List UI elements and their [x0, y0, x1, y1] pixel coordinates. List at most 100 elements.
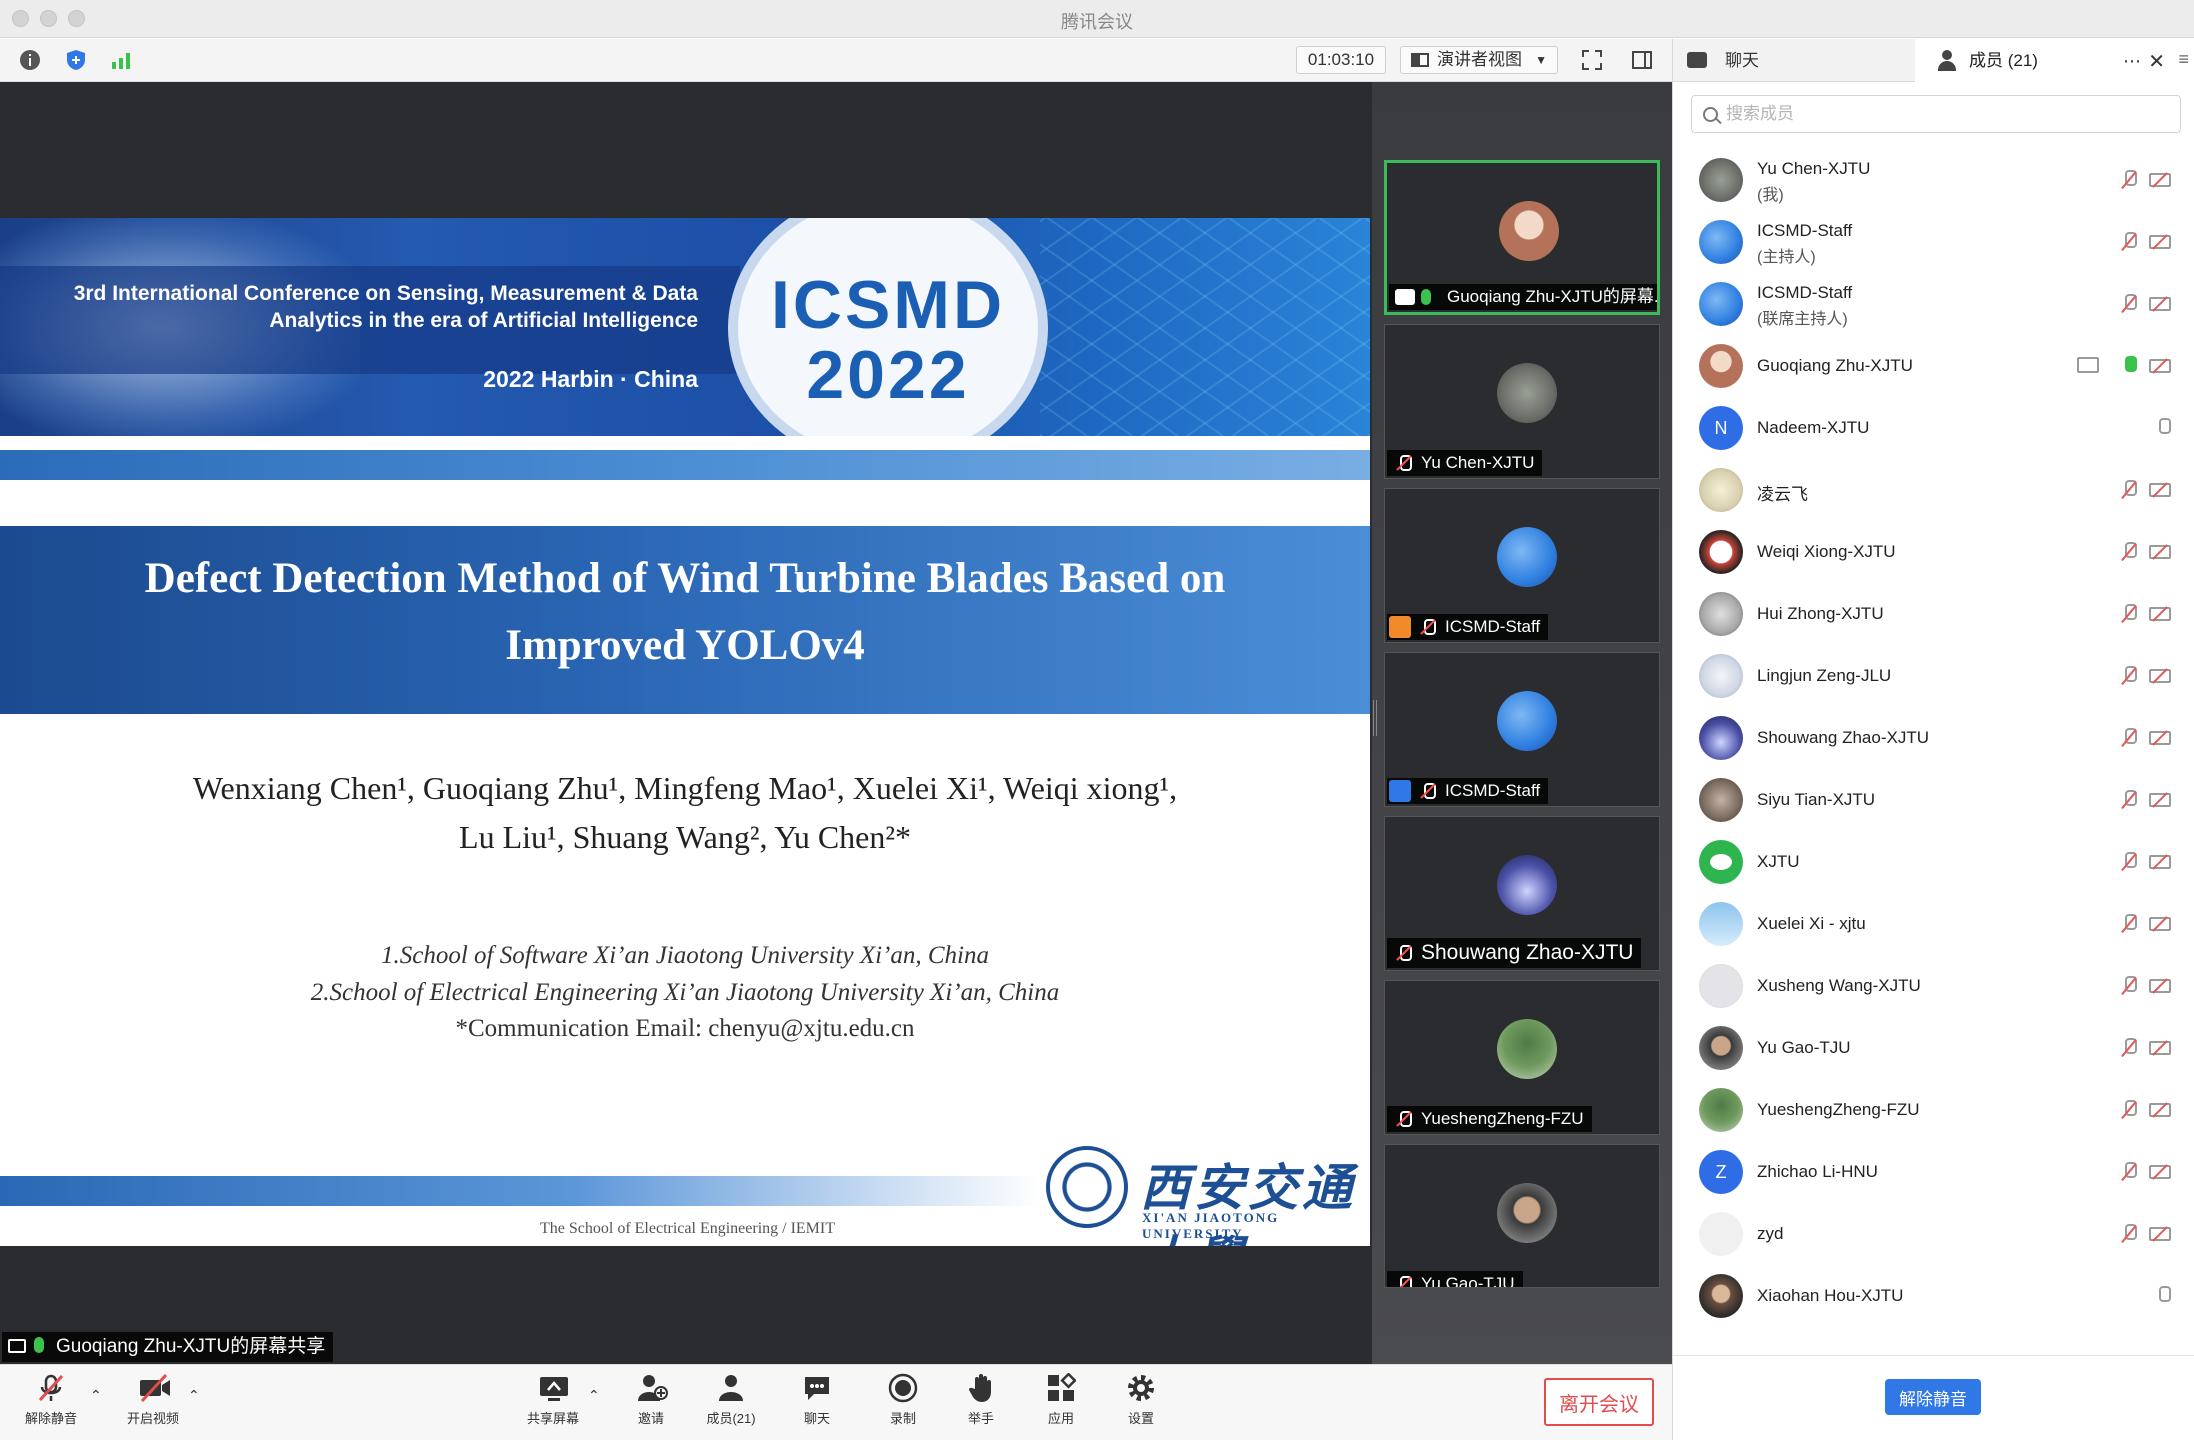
participant-avatar — [1497, 363, 1557, 423]
share-options-chevron-up-icon[interactable]: ⌃ — [588, 1387, 600, 1404]
close-icon[interactable]: ✕ — [2148, 49, 2165, 74]
network-signal-icon[interactable] — [109, 48, 133, 72]
video-tile[interactable]: Yu Gao-TJU — [1384, 1144, 1660, 1288]
video-options-chevron-up-icon[interactable]: ⌃ — [188, 1387, 200, 1404]
camera-off-icon[interactable] — [2149, 235, 2171, 249]
camera-off-icon[interactable] — [2149, 483, 2171, 497]
member-item[interactable]: Shouwang Zhao-XJTU — [1673, 707, 2194, 769]
member-item[interactable]: 凌云飞 — [1673, 459, 2194, 521]
gallery-resize-handle[interactable] — [1373, 700, 1377, 736]
settings-button[interactable]: 设置 — [1108, 1373, 1174, 1435]
mic-muted-icon[interactable] — [2123, 1224, 2137, 1244]
member-item[interactable]: Xusheng Wang-XJTU — [1673, 955, 2194, 1017]
camera-off-icon[interactable] — [2149, 297, 2171, 311]
microphone-icon[interactable] — [2157, 418, 2171, 438]
video-tile[interactable]: Yu Chen-XJTU — [1384, 324, 1660, 479]
apps-button[interactable]: 应用 — [1028, 1372, 1094, 1435]
wechat-icon — [1710, 854, 1732, 870]
member-item[interactable]: Lingjun Zeng-JLU — [1673, 645, 2194, 707]
member-list[interactable]: Yu Chen-XJTU (我) ICSMD-Staff (主持人) ICSMD… — [1673, 149, 2194, 1355]
member-item[interactable]: Weiqi Xiong-XJTU — [1673, 521, 2194, 583]
mic-muted-icon[interactable] — [2123, 1038, 2137, 1058]
sidebar-toggle-icon[interactable] — [1630, 48, 1654, 72]
avatar — [1699, 468, 1743, 512]
more-options-icon[interactable]: ⋯ — [2123, 51, 2141, 72]
start-video-button[interactable]: 开启视频 — [120, 1373, 186, 1435]
mic-muted-icon[interactable] — [2123, 976, 2137, 996]
camera-off-icon[interactable] — [2149, 979, 2171, 993]
members-button[interactable]: 成员(21) — [698, 1373, 764, 1435]
mic-muted-icon[interactable] — [2123, 170, 2137, 190]
mic-muted-icon[interactable] — [2123, 480, 2137, 500]
member-item[interactable]: N Nadeem-XJTU — [1673, 397, 2194, 459]
audio-options-chevron-up-icon[interactable]: ⌃ — [90, 1387, 102, 1404]
member-search-input[interactable] — [1691, 95, 2181, 133]
camera-off-icon[interactable] — [2149, 1227, 2171, 1241]
video-tile[interactable]: YueshengZheng-FZU — [1384, 980, 1660, 1135]
video-tile[interactable]: ICSMD-Staff — [1384, 652, 1660, 807]
video-tile[interactable]: ICSMD-Staff — [1384, 488, 1660, 643]
mic-muted-icon[interactable] — [2123, 1100, 2137, 1120]
member-item[interactable]: Yu Gao-TJU — [1673, 1017, 2194, 1079]
avatar — [1699, 220, 1743, 264]
camera-off-icon[interactable] — [2149, 917, 2171, 931]
mic-muted-icon[interactable] — [2157, 1286, 2171, 1306]
camera-off-icon[interactable] — [2149, 731, 2171, 745]
member-item[interactable]: Guoqiang Zhu-XJTU — [1673, 335, 2194, 397]
view-mode-select[interactable]: 演讲者视图 ▼ — [1400, 46, 1558, 74]
member-item[interactable]: Z Zhichao Li-HNU — [1673, 1141, 2194, 1203]
camera-off-icon[interactable] — [2149, 793, 2171, 807]
fullscreen-icon[interactable] — [1580, 48, 1604, 72]
camera-off-icon[interactable] — [2149, 359, 2171, 373]
member-item[interactable]: zyd — [1673, 1203, 2194, 1265]
member-item[interactable]: Xiaohan Hou-XJTU — [1673, 1265, 2194, 1327]
member-item[interactable]: Xuelei Xi - xjtu — [1673, 893, 2194, 955]
mic-on-icon[interactable] — [2123, 356, 2137, 376]
camera-off-icon[interactable] — [2149, 173, 2171, 187]
security-shield-icon[interactable] — [64, 48, 88, 72]
camera-off-icon[interactable] — [2149, 545, 2171, 559]
camera-off-icon[interactable] — [2149, 1165, 2171, 1179]
share-screen-button[interactable]: 共享屏幕 — [520, 1373, 586, 1435]
mic-muted-icon[interactable] — [2123, 728, 2137, 748]
tab-chat[interactable]: 聊天 — [1673, 39, 1913, 82]
leave-meeting-button[interactable]: 离开会议 — [1544, 1378, 1654, 1426]
member-item[interactable]: ICSMD-Staff (联席主持人) — [1673, 273, 2194, 335]
raise-hand-button[interactable]: 举手 — [948, 1373, 1014, 1435]
member-name: XJTU — [1757, 852, 1800, 871]
member-item[interactable]: XJTU — [1673, 831, 2194, 893]
camera-off-icon[interactable] — [2149, 1041, 2171, 1055]
info-icon[interactable] — [18, 48, 42, 72]
mic-muted-icon[interactable] — [2123, 604, 2137, 624]
camera-off-icon[interactable] — [2149, 607, 2171, 621]
invite-button[interactable]: 邀请 — [618, 1373, 684, 1435]
presentation-slide: 3rd International Conference on Sensing,… — [0, 218, 1370, 1246]
member-item[interactable]: Yu Chen-XJTU (我) — [1673, 149, 2194, 211]
mic-muted-icon[interactable] — [2123, 852, 2137, 872]
participant-avatar — [1499, 201, 1559, 261]
title-bar: 腾讯会议 — [0, 0, 2194, 38]
chat-button[interactable]: 聊天 — [784, 1373, 850, 1435]
camera-off-icon[interactable] — [2149, 855, 2171, 869]
menu-icon[interactable]: ≡ — [2178, 49, 2189, 70]
mic-muted-icon[interactable] — [2123, 232, 2137, 252]
member-item[interactable]: Siyu Tian-XJTU — [1673, 769, 2194, 831]
mic-muted-icon[interactable] — [2123, 542, 2137, 562]
camera-off-icon[interactable] — [2149, 1103, 2171, 1117]
mic-muted-icon[interactable] — [2123, 1162, 2137, 1182]
record-button[interactable]: 录制 — [870, 1373, 936, 1435]
avatar — [1699, 716, 1743, 760]
member-name: Xuelei Xi - xjtu — [1757, 914, 1866, 933]
camera-off-icon[interactable] — [2149, 669, 2171, 683]
mic-muted-icon[interactable] — [2123, 666, 2137, 686]
mic-muted-icon[interactable] — [2123, 914, 2137, 934]
unmute-button[interactable]: 解除静音 — [18, 1373, 84, 1435]
member-item[interactable]: Hui Zhong-XJTU — [1673, 583, 2194, 645]
member-item[interactable]: ICSMD-Staff (主持人) — [1673, 211, 2194, 273]
video-tile[interactable]: Guoqiang Zhu-XJTU的屏幕... — [1384, 160, 1660, 315]
mic-muted-icon[interactable] — [2123, 294, 2137, 314]
video-tile[interactable]: Shouwang Zhao-XJTU — [1384, 816, 1660, 971]
unmute-all-button[interactable]: 解除静音 — [1885, 1379, 1981, 1415]
member-item[interactable]: YueshengZheng-FZU — [1673, 1079, 2194, 1141]
mic-muted-icon[interactable] — [2123, 790, 2137, 810]
